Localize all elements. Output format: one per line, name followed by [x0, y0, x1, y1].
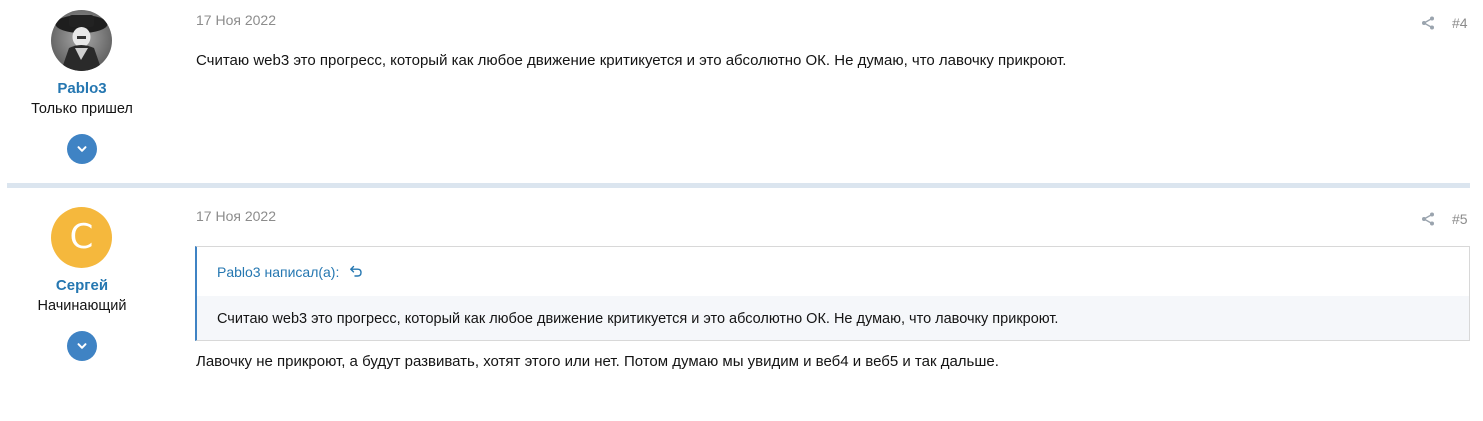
post-date[interactable]: 17 Ноя 2022 [196, 208, 276, 224]
post-number[interactable]: #4 [1452, 15, 1468, 31]
chevron-down-icon [77, 146, 87, 152]
quote-header: Pablo3 написал(а): [197, 247, 1469, 296]
share-icon[interactable] [1420, 211, 1436, 227]
user-title: Только пришел [31, 101, 133, 117]
quote-text: Считаю web3 это прогресс, который как лю… [217, 311, 1059, 327]
post-body: Считаю web3 это прогресс, который как лю… [196, 52, 1067, 69]
username[interactable]: Pablo3 [0, 80, 164, 97]
post-separator [7, 183, 1470, 188]
user-title: Начинающий [37, 298, 127, 314]
avatar[interactable]: С [51, 207, 112, 268]
quote-block: Pablo3 написал(а): Считаю web3 это прогр… [195, 246, 1470, 341]
expand-user-info-button[interactable] [67, 134, 97, 164]
undo-arrow-icon[interactable] [349, 264, 363, 278]
quote-author-link[interactable]: Pablo3 написал(а): [217, 264, 339, 280]
share-icon[interactable] [1420, 15, 1436, 31]
chevron-down-icon [77, 343, 87, 349]
avatar[interactable] [51, 10, 112, 71]
post-number[interactable]: #5 [1452, 211, 1468, 227]
post-body: Лавочку не прикроют, а будут развивать, … [196, 353, 999, 370]
expand-user-info-button[interactable] [67, 331, 97, 361]
post-4: Pablo3 Только пришел 17 Ноя 2022 #4 Счит… [0, 0, 1483, 184]
post-date[interactable]: 17 Ноя 2022 [196, 12, 276, 28]
post-5: С Сергей Начинающий 17 Ноя 2022 #5 Pablo… [0, 196, 1483, 421]
quote-content: Считаю web3 это прогресс, который как лю… [197, 296, 1469, 340]
avatar-photo [51, 10, 112, 71]
username[interactable]: Сергей [0, 277, 164, 294]
